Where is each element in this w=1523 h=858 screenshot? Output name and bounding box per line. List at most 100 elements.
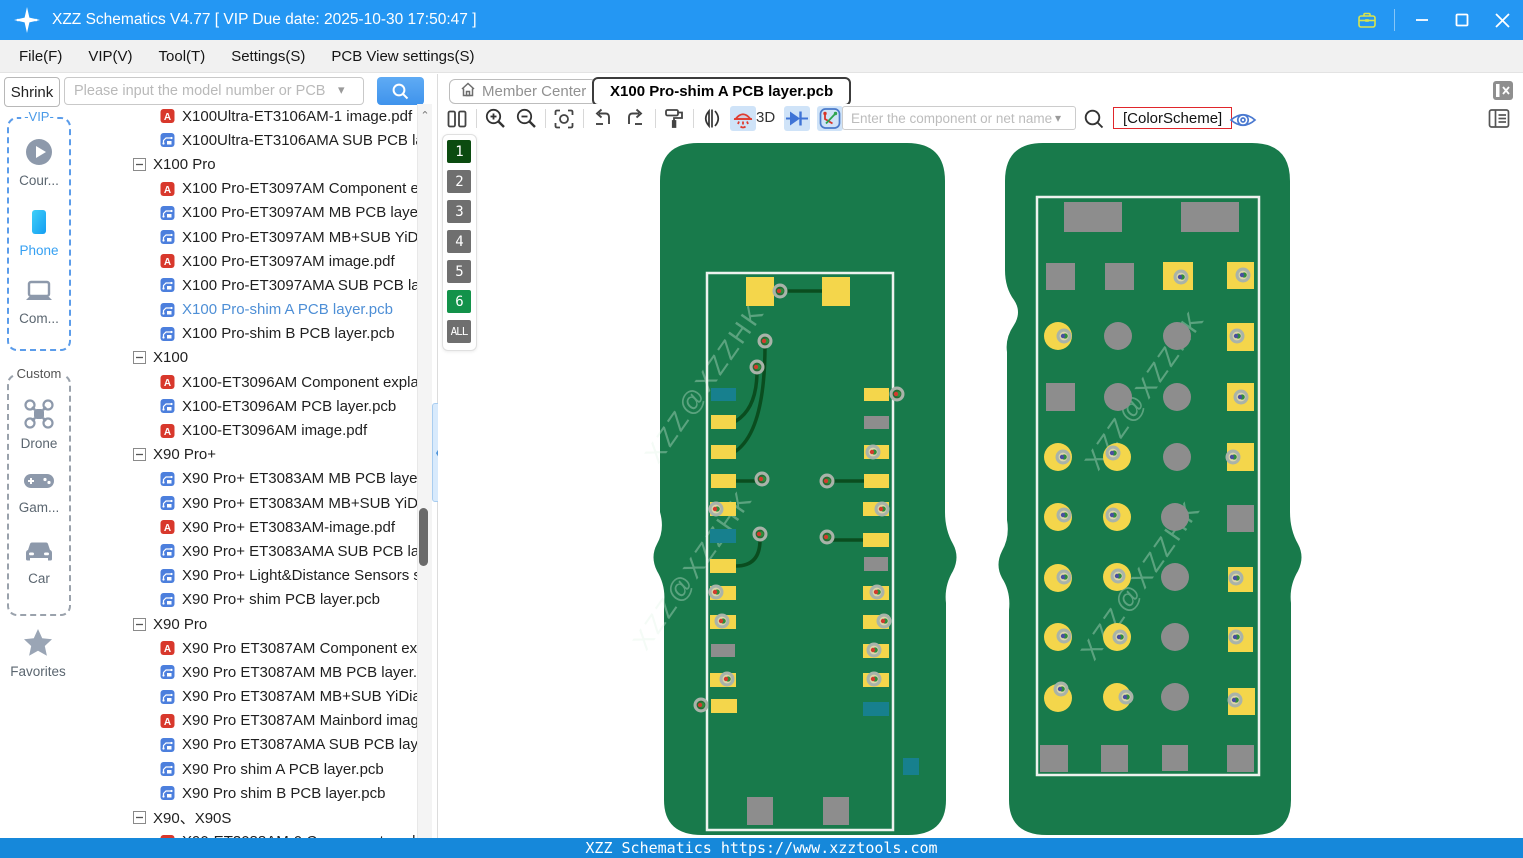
pcb-pad[interactable] (1163, 383, 1191, 411)
tree-item[interactable]: A X90 Pro ET3087AM Component ex (76, 636, 417, 660)
collapse-icon[interactable] (133, 351, 146, 365)
pcb-pad[interactable] (823, 797, 849, 825)
tree-item[interactable]: X100 Pro-shim A PCB layer.pcb (76, 298, 417, 322)
tree-item[interactable]: X100 Pro-ET3097AMA SUB PCB lay (76, 273, 417, 297)
sidebar-item-car[interactable]: Car (9, 538, 69, 586)
tree-item[interactable]: A X100 Pro-ET3097AM image.pdf (76, 249, 417, 273)
pcb-pad[interactable] (1161, 623, 1189, 651)
model-search-chevron-icon[interactable]: ▾ (338, 82, 345, 98)
pcb-canvas[interactable]: XZZ@XZZHKXZZ@XZZHKXZZ@XZZHKXZZ@XZZHK (438, 133, 1523, 838)
tree-item[interactable]: A X100-ET3096AM image.pdf (76, 418, 417, 442)
pcb-pad[interactable] (1040, 745, 1068, 772)
sidebar-item-com[interactable]: Com... (9, 277, 69, 326)
pcb-pad[interactable] (863, 533, 889, 547)
close-panel-icon[interactable] (1492, 80, 1514, 101)
collapse-icon[interactable] (133, 157, 146, 171)
pcb-pad[interactable] (1181, 202, 1239, 232)
sidebar-item-phone[interactable]: Phone (9, 207, 69, 258)
pcb-pad[interactable] (864, 388, 889, 401)
sidebar-item-cour[interactable]: Cour... (9, 137, 69, 188)
fit-screen-icon[interactable] (551, 106, 577, 131)
minimize-button[interactable] (1409, 7, 1435, 33)
tree-item[interactable]: A X100-ET3096AM Component expla (76, 370, 417, 394)
tree-item[interactable]: X90 Pro shim A PCB layer.pcb (76, 757, 417, 781)
pcb-pad[interactable] (711, 644, 735, 657)
menu-item-vip[interactable]: VIP(V) (75, 40, 145, 73)
collapse-icon[interactable] (133, 811, 146, 825)
measure-tool-icon[interactable] (817, 106, 843, 131)
pcb-pad[interactable] (1162, 745, 1188, 771)
tree-item[interactable]: X90 Pro ET3087AMA SUB PCB laye (76, 733, 417, 757)
pcb-pad[interactable] (1161, 563, 1189, 591)
rotate-right-icon[interactable] (622, 106, 648, 131)
tree-item[interactable]: A X90 Pro ET3087AM Mainbord imag (76, 709, 417, 733)
close-button[interactable] (1489, 7, 1515, 33)
layer-button-1[interactable]: 1 (447, 140, 471, 163)
tree-item[interactable]: X90 Pro shim B PCB layer.pcb (76, 781, 417, 805)
pcb-pad[interactable] (1104, 322, 1132, 350)
layer-button-4[interactable]: 4 (447, 230, 471, 253)
pcb-pad[interactable] (710, 529, 736, 543)
tree-item[interactable]: X90 Pro+ Light&Distance Sensors s (76, 564, 417, 588)
pcb-pad[interactable] (1046, 263, 1075, 290)
pcb-pad[interactable] (1105, 263, 1134, 290)
layer-button-5[interactable]: 5 (447, 260, 471, 283)
pcb-pad[interactable] (863, 702, 889, 716)
diode-mode-icon[interactable] (784, 106, 810, 131)
pcb-pad[interactable] (864, 416, 889, 429)
pcb-pad[interactable] (1104, 383, 1132, 411)
tree-item[interactable]: A X100 Pro-ET3097AM Component e (76, 177, 417, 201)
collapse-icon[interactable] (133, 448, 146, 462)
tree-item[interactable]: X100 Pro-ET3097AM MB+SUB YiDi (76, 225, 417, 249)
menu-item-file[interactable]: File(F) (6, 40, 75, 73)
pcb-pad[interactable] (711, 699, 737, 713)
maximize-button[interactable] (1449, 7, 1475, 33)
3d-view-button[interactable]: 3D (756, 109, 775, 126)
tree-item[interactable]: X100Ultra-ET3106AMA SUB PCB la (76, 128, 417, 152)
menu-item-settings[interactable]: Settings(S) (218, 40, 318, 73)
pcb-pad[interactable] (1046, 383, 1075, 411)
tree-item[interactable]: X90 Pro ET3087AM MB PCB layer.p (76, 660, 417, 684)
paint-roller-icon[interactable] (661, 106, 687, 131)
pcb-pad[interactable] (1227, 505, 1254, 532)
tree-item[interactable]: A X90 Pro+ ET3083AM-image.pdf (76, 515, 417, 539)
tree-item[interactable]: X90 Pro+ ET3083AMA SUB PCB lay (76, 539, 417, 563)
pcb-pad[interactable] (1064, 202, 1122, 232)
zoom-out-icon[interactable] (513, 106, 539, 131)
sidebar-item-gam[interactable]: Gam... (9, 468, 69, 515)
tree-group[interactable]: X90 Pro+ (76, 443, 417, 467)
shrink-button[interactable]: Shrink (4, 77, 60, 107)
pcb-pad[interactable] (711, 415, 736, 429)
tree-item[interactable]: X100 Pro-shim B PCB layer.pcb (76, 322, 417, 346)
pcb-pad[interactable] (1163, 443, 1191, 471)
sidebar-item-favorites[interactable]: Favorites (7, 628, 69, 679)
layer-button-all[interactable]: ALL (447, 320, 471, 343)
tab-member-center[interactable]: Member Center (449, 79, 598, 104)
pcb-pad[interactable] (1163, 322, 1191, 350)
tree-item[interactable]: X100 Pro-ET3097AM MB PCB layer (76, 201, 417, 225)
pcb-pad[interactable] (711, 388, 736, 401)
pcb-board[interactable] (998, 143, 1302, 835)
zoom-in-icon[interactable] (482, 106, 508, 131)
tree-group[interactable]: X90 Pro (76, 612, 417, 636)
pcb-pad[interactable] (746, 277, 774, 306)
mirror-flip-icon[interactable] (699, 106, 725, 131)
pcb-pad[interactable] (864, 474, 889, 488)
net-search-chevron-icon[interactable]: ▾ (1055, 111, 1061, 125)
colorscheme-button[interactable]: [ColorScheme] (1113, 107, 1233, 129)
net-search-icon[interactable] (1081, 106, 1107, 131)
menu-item-pcb-view-settings[interactable]: PCB View settings(S) (318, 40, 487, 73)
right-panel-toggle-icon[interactable] (1486, 106, 1512, 131)
pcb-pad[interactable] (864, 557, 888, 571)
pcb-board[interactable] (653, 143, 957, 835)
net-search-input[interactable] (842, 106, 1076, 130)
tree-item[interactable]: A X100Ultra-ET3106AM-1 image.pdf (76, 104, 417, 128)
tree-group[interactable]: X100 (76, 346, 417, 370)
tree-scrollbar-thumb[interactable] (419, 508, 428, 566)
pcb-pad[interactable] (1161, 683, 1189, 711)
menu-item-tool[interactable]: Tool(T) (146, 40, 219, 73)
pcb-pad[interactable] (711, 445, 736, 459)
tree-group[interactable]: X100 Pro (76, 152, 417, 176)
pcb-pad[interactable] (822, 277, 850, 306)
layer-button-2[interactable]: 2 (447, 170, 471, 193)
